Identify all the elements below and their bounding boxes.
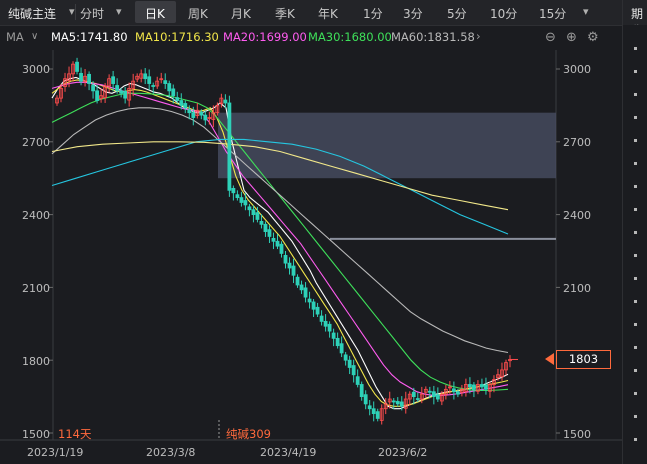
price-arrow-icon (545, 353, 554, 365)
candle-body (451, 388, 456, 393)
candle-body (191, 112, 196, 118)
price-zone (218, 112, 556, 179)
candle-body (115, 85, 120, 92)
candle-body (87, 73, 91, 84)
y-tick-label: 2100 (563, 282, 591, 295)
x-tick-label: 2023/1/19 (27, 446, 84, 459)
contract-switch-label: 纯碱309 (226, 427, 271, 441)
candle-body (151, 85, 156, 87)
candle-body (323, 320, 328, 327)
candle-body (399, 401, 404, 407)
y-tick-label: 1500 (22, 428, 50, 441)
candle-body (283, 254, 288, 264)
candle-body (355, 376, 360, 385)
candle-body (343, 354, 348, 361)
candle-body (468, 384, 472, 388)
y-tick-label: 2700 (22, 136, 50, 149)
candle-body (295, 276, 300, 286)
candle-body (247, 206, 252, 211)
candle-body (95, 90, 99, 101)
candle-body (243, 200, 248, 206)
candle-body (143, 73, 148, 80)
x-tick-label: 2023/6/2 (378, 446, 428, 459)
candle-body (287, 262, 292, 269)
y-tick-label: 2100 (22, 282, 50, 295)
candle-body (175, 97, 180, 101)
y-tick-label: 1500 (563, 428, 591, 441)
y-tick-label: 3000 (22, 63, 50, 76)
candle-body (327, 323, 332, 332)
y-tick-label: 2700 (563, 136, 591, 149)
candle-body (319, 315, 324, 322)
candle-body (415, 398, 420, 400)
candle-body (251, 209, 256, 216)
candle-body (307, 298, 312, 303)
candle-body (484, 384, 488, 390)
candle-body (351, 365, 356, 376)
candle-body (427, 390, 432, 393)
y-tick-label: 2400 (22, 209, 50, 222)
candle-body (75, 61, 79, 72)
candle-body (179, 100, 184, 106)
y-tick-label: 1800 (22, 355, 50, 368)
candle-body (299, 284, 304, 291)
candle-body (291, 265, 296, 276)
x-tick-label: 2023/3/8 (146, 446, 196, 459)
candle-body (255, 212, 260, 220)
candle-body (435, 394, 440, 400)
candle-body (391, 400, 396, 403)
candle-body (267, 229, 272, 237)
candle-body (203, 114, 208, 121)
candle-body (480, 384, 484, 388)
candle-body (339, 343, 344, 354)
candle-body (199, 111, 204, 116)
candle-body (227, 102, 232, 191)
candle-body (347, 359, 352, 368)
candle-body (375, 411, 380, 419)
candle-body (371, 408, 376, 414)
candle-body (363, 394, 368, 405)
candle-body (455, 391, 460, 395)
candle-body (147, 76, 152, 84)
candle-body (303, 287, 308, 298)
candle-body (395, 401, 400, 405)
candle-body (183, 103, 188, 109)
x-tick-label: 2023/4/19 (260, 446, 317, 459)
candle-body (235, 194, 240, 199)
candle-body (111, 76, 116, 84)
candle-body (239, 197, 244, 203)
candle-body (79, 72, 83, 82)
candle-body (123, 90, 128, 99)
candle-body (311, 301, 316, 310)
candle-body (431, 391, 436, 398)
candle-body (367, 405, 372, 410)
candle-body (259, 220, 264, 225)
days-count-label: 114天 (58, 427, 92, 441)
candlestick-chart[interactable] (0, 0, 647, 464)
candle-body (359, 384, 364, 398)
candle-body (171, 88, 176, 97)
candle-body (263, 223, 268, 232)
candle-body (231, 187, 236, 194)
candle-body (91, 85, 95, 92)
candle-body (315, 306, 320, 315)
candle-body (163, 80, 168, 84)
candle-body (335, 337, 340, 347)
candle-body (223, 99, 228, 104)
candle-body (167, 83, 172, 92)
candle-body (331, 332, 336, 339)
current-price-tag: 1803 (556, 350, 611, 369)
candle-body (271, 237, 276, 242)
candle-body (411, 391, 416, 397)
candle-body (187, 109, 192, 114)
candle-body (119, 90, 124, 94)
y-tick-label: 3000 (563, 63, 591, 76)
candle-body (275, 240, 280, 247)
y-tick-label: 2400 (563, 209, 591, 222)
candle-body (279, 243, 284, 254)
candle-body (472, 384, 476, 390)
